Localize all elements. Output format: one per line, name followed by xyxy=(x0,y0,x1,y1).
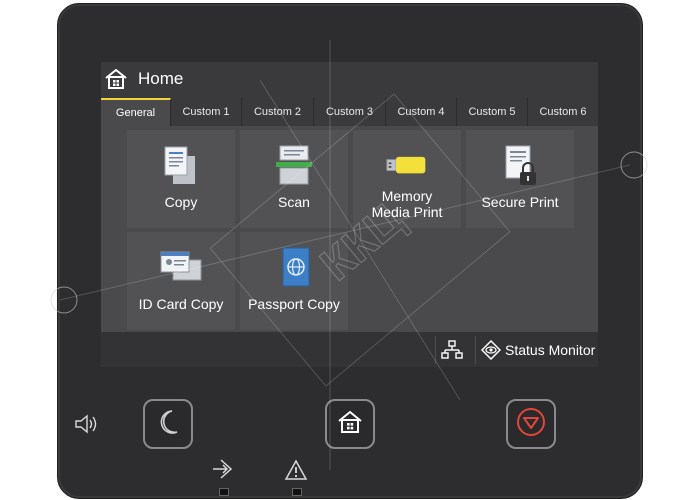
secure-print-button[interactable]: Secure Print xyxy=(466,130,574,228)
usb-memory-icon xyxy=(385,144,429,188)
passport-copy-label: Passport Copy xyxy=(248,296,340,312)
data-led xyxy=(219,488,229,496)
id-card-icon xyxy=(159,246,203,290)
copy-label: Copy xyxy=(164,194,198,210)
divider xyxy=(435,336,436,364)
tab-custom-2[interactable]: Custom 2 xyxy=(242,98,314,126)
id-card-copy-button[interactable]: ID Card Copy xyxy=(127,232,235,330)
error-led xyxy=(292,488,302,496)
moon-icon xyxy=(157,409,179,440)
passport-icon xyxy=(272,246,316,290)
tab-custom-3[interactable]: Custom 3 xyxy=(314,98,386,126)
stop-button[interactable] xyxy=(506,399,556,449)
title-bar: Home xyxy=(101,62,598,96)
memory-media-print-label-line1: Memory xyxy=(381,188,433,204)
passport-copy-button[interactable]: Passport Copy xyxy=(240,232,348,330)
stop-icon xyxy=(516,407,546,442)
scan-label: Scan xyxy=(278,194,310,210)
page-title: Home xyxy=(138,69,184,88)
divider xyxy=(475,336,476,364)
home-button[interactable] xyxy=(325,399,375,449)
touch-screen: Home General Custom 1 Custom 2 Custom 3 … xyxy=(101,62,598,367)
status-monitor-icon xyxy=(480,339,502,361)
tab-custom-1[interactable]: Custom 1 xyxy=(171,98,242,126)
status-bar: Status Monitor xyxy=(101,332,598,367)
tab-bar: General Custom 1 Custom 2 Custom 3 Custo… xyxy=(101,98,598,126)
id-card-copy-label: ID Card Copy xyxy=(138,296,224,312)
home-icon xyxy=(104,68,128,90)
tab-custom-4[interactable]: Custom 4 xyxy=(386,98,457,126)
copy-button[interactable]: Copy xyxy=(127,130,235,228)
copy-icon xyxy=(159,144,203,188)
function-grid: Copy Scan Memory Media Print Secure Prin… xyxy=(101,126,598,332)
energy-saver-button[interactable] xyxy=(143,399,193,449)
scan-button[interactable]: Scan xyxy=(240,130,348,228)
secure-print-icon xyxy=(498,144,542,188)
tab-general[interactable]: General xyxy=(101,98,171,126)
memory-media-print-button[interactable]: Memory Media Print xyxy=(353,130,461,228)
scan-icon xyxy=(272,144,316,188)
memory-media-print-label-line2: Media Print xyxy=(371,204,443,220)
tab-custom-6[interactable]: Custom 6 xyxy=(528,98,598,126)
memory-media-print-label: Memory Media Print xyxy=(355,188,459,220)
data-indicator-icon xyxy=(211,458,235,485)
status-monitor-button[interactable]: Status Monitor xyxy=(505,340,595,360)
tab-custom-5[interactable]: Custom 5 xyxy=(457,98,528,126)
error-warning-icon xyxy=(284,459,308,486)
home-icon xyxy=(337,410,363,439)
secure-print-label: Secure Print xyxy=(481,194,559,210)
volume-icon[interactable] xyxy=(74,414,100,439)
network-icon[interactable] xyxy=(441,340,463,360)
